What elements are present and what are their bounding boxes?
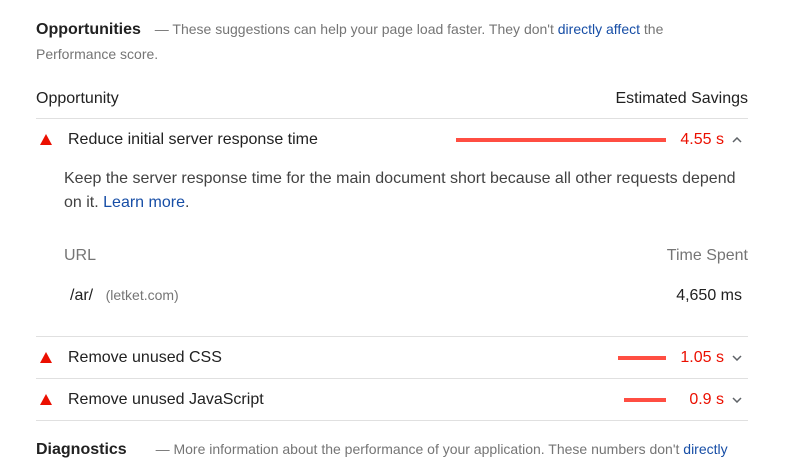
chevron-up-icon[interactable] xyxy=(726,133,748,147)
column-estimated-savings: Estimated Savings xyxy=(615,89,748,107)
column-time-spent: Time Spent xyxy=(666,247,748,264)
opportunities-table-header: Opportunity Estimated Savings xyxy=(36,79,748,119)
diagnostics-header: Diagnostics — More information about the… xyxy=(36,437,748,462)
column-url: URL xyxy=(64,247,97,264)
url-host: (letket.com) xyxy=(105,287,179,303)
savings-sparkline xyxy=(624,397,666,402)
learn-more-period: . xyxy=(184,194,190,211)
audit-summary-unused-javascript[interactable]: Remove unused JavaScript 0.9 s xyxy=(36,379,748,420)
savings-value: 0.9 s xyxy=(689,390,724,408)
audit-unused-css: Remove unused CSS 1.05 s xyxy=(36,337,748,379)
url-cell: /ar/ (letket.com) xyxy=(64,287,179,305)
savings-sparkline xyxy=(456,137,666,142)
audit-details: Keep the server response time for the ma… xyxy=(36,167,748,336)
audit-description: Keep the server response time for the ma… xyxy=(64,167,748,215)
audit-title: Remove unused JavaScript xyxy=(68,390,264,408)
audit-title: Reduce initial server response time xyxy=(68,130,318,148)
opportunities-description: — These suggestions can help your page l… xyxy=(36,21,748,66)
opportunities-section: Opportunities — These suggestions can he… xyxy=(36,0,748,421)
savings-value: 4.55 s xyxy=(680,130,724,148)
opportunities-description-suffix: the xyxy=(643,21,664,37)
audit-summary-unused-css[interactable]: Remove unused CSS 1.05 s xyxy=(36,337,748,378)
chevron-down-icon[interactable] xyxy=(726,393,748,407)
opportunities-title: Opportunities xyxy=(36,21,141,38)
audit-server-response-time: Reduce initial server response time 4.55… xyxy=(36,119,748,337)
directly-affect-link[interactable]: directly affect xyxy=(558,21,640,37)
opportunities-header: Opportunities — These suggestions can he… xyxy=(36,0,748,66)
savings-sparkline xyxy=(618,355,666,360)
savings-value: 1.05 s xyxy=(680,348,724,366)
fail-triangle-icon xyxy=(40,352,52,363)
audit-title: Remove unused CSS xyxy=(68,348,222,366)
table-row: /ar/ (letket.com) 4,650 ms xyxy=(64,270,748,322)
learn-more-link[interactable]: Learn more xyxy=(103,194,185,211)
details-table: URL Time Spent /ar/ (letket.com) 4,650 m… xyxy=(64,242,748,322)
audit-unused-javascript: Remove unused JavaScript 0.9 s xyxy=(36,379,748,421)
chevron-down-icon[interactable] xyxy=(726,351,748,365)
time-spent-value: 4,650 ms xyxy=(676,287,742,304)
url-path[interactable]: /ar/ xyxy=(70,287,93,304)
opportunities-description-line2: Performance score. xyxy=(36,46,159,62)
audit-summary-server-response-time[interactable]: Reduce initial server response time 4.55… xyxy=(36,119,748,160)
opportunities-description-text: — These suggestions can help your page l… xyxy=(154,21,554,37)
diagnostics-title: Diagnostics xyxy=(36,441,127,458)
column-opportunity: Opportunity xyxy=(36,89,119,107)
fail-triangle-icon xyxy=(40,134,52,145)
details-table-header: URL Time Spent xyxy=(64,242,748,270)
fail-triangle-icon xyxy=(40,394,52,405)
